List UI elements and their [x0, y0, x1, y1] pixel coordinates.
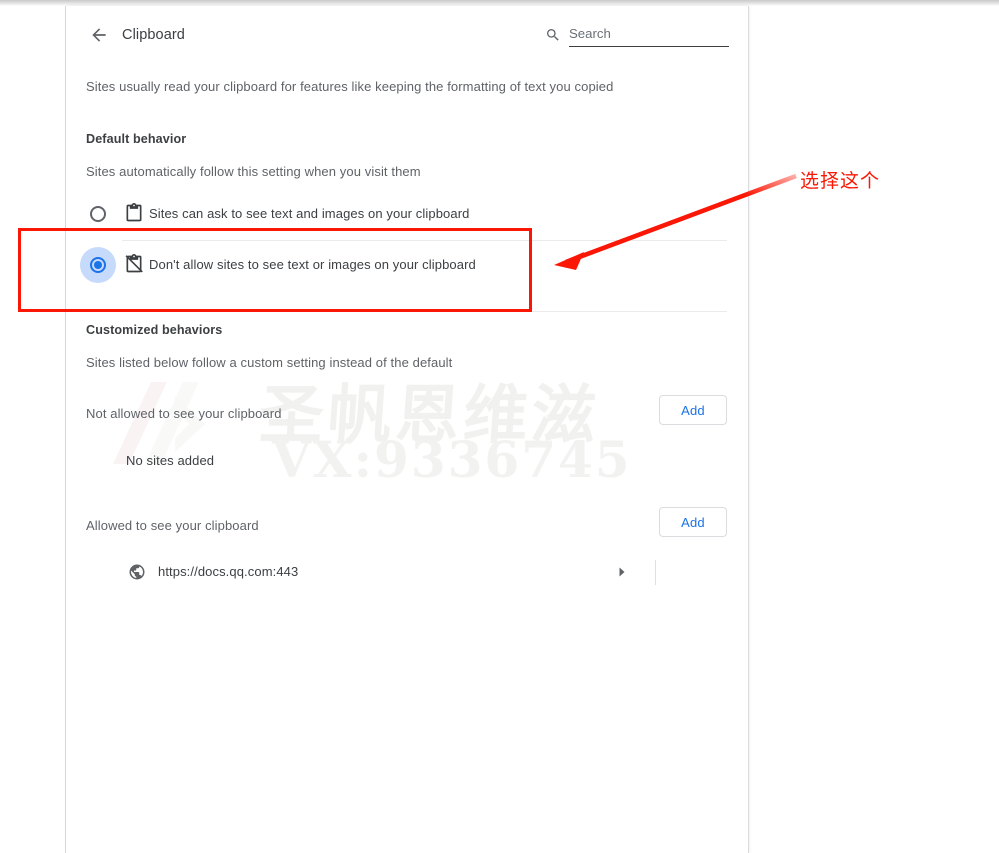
search-icon — [545, 27, 561, 43]
add-allowed-site-button[interactable]: Add — [659, 507, 727, 537]
allowed-group-label: Allowed to see your clipboard — [86, 518, 259, 533]
default-behavior-subtext: Sites automatically follow this setting … — [86, 164, 421, 179]
page-header: Clipboard — [66, 14, 748, 54]
customized-behaviors-heading: Customized behaviors — [86, 323, 223, 337]
radio-label-block: Don't allow sites to see text or images … — [149, 257, 476, 272]
kebab-menu-icon[interactable] — [698, 563, 716, 581]
arrow-left-icon[interactable] — [86, 22, 112, 48]
list-item[interactable]: https://docs.qq.com:443 — [66, 552, 748, 592]
clipboard-off-icon — [124, 254, 144, 274]
radio-button-block[interactable] — [80, 247, 116, 283]
radio-option-block[interactable]: Don't allow sites to see text or images … — [66, 241, 748, 289]
default-behavior-heading: Default behavior — [86, 132, 187, 146]
blocked-empty-text: No sites added — [126, 453, 215, 468]
radio-circle-ask — [90, 206, 106, 222]
blocked-group-label: Not allowed to see your clipboard — [86, 406, 282, 421]
search-box[interactable] — [545, 22, 729, 50]
customized-behaviors-subtext: Sites listed below follow a custom setti… — [86, 355, 453, 370]
triangle-right-icon[interactable] — [615, 565, 629, 579]
default-behavior-bottom-separator — [122, 311, 727, 312]
add-blocked-site-button[interactable]: Add — [659, 395, 727, 425]
site-url: https://docs.qq.com:443 — [158, 564, 299, 579]
radio-button-ask[interactable] — [80, 196, 116, 232]
radio-circle-block — [90, 257, 106, 273]
clipboard-description: Sites usually read your clipboard for fe… — [86, 79, 614, 94]
radio-label-ask: Sites can ask to see text and images on … — [149, 206, 470, 221]
right-panel-divider — [748, 6, 749, 853]
page-title: Clipboard — [122, 27, 185, 43]
clipboard-icon — [124, 203, 144, 223]
globe-icon — [128, 563, 146, 581]
radio-option-ask[interactable]: Sites can ask to see text and images on … — [66, 190, 748, 238]
row-divider — [655, 560, 656, 585]
search-input[interactable] — [569, 22, 727, 44]
annotation-note-text: 选择这个 — [800, 170, 881, 192]
search-underline — [569, 46, 729, 47]
settings-page: Clipboard Sites usually read your clipbo… — [0, 0, 999, 853]
